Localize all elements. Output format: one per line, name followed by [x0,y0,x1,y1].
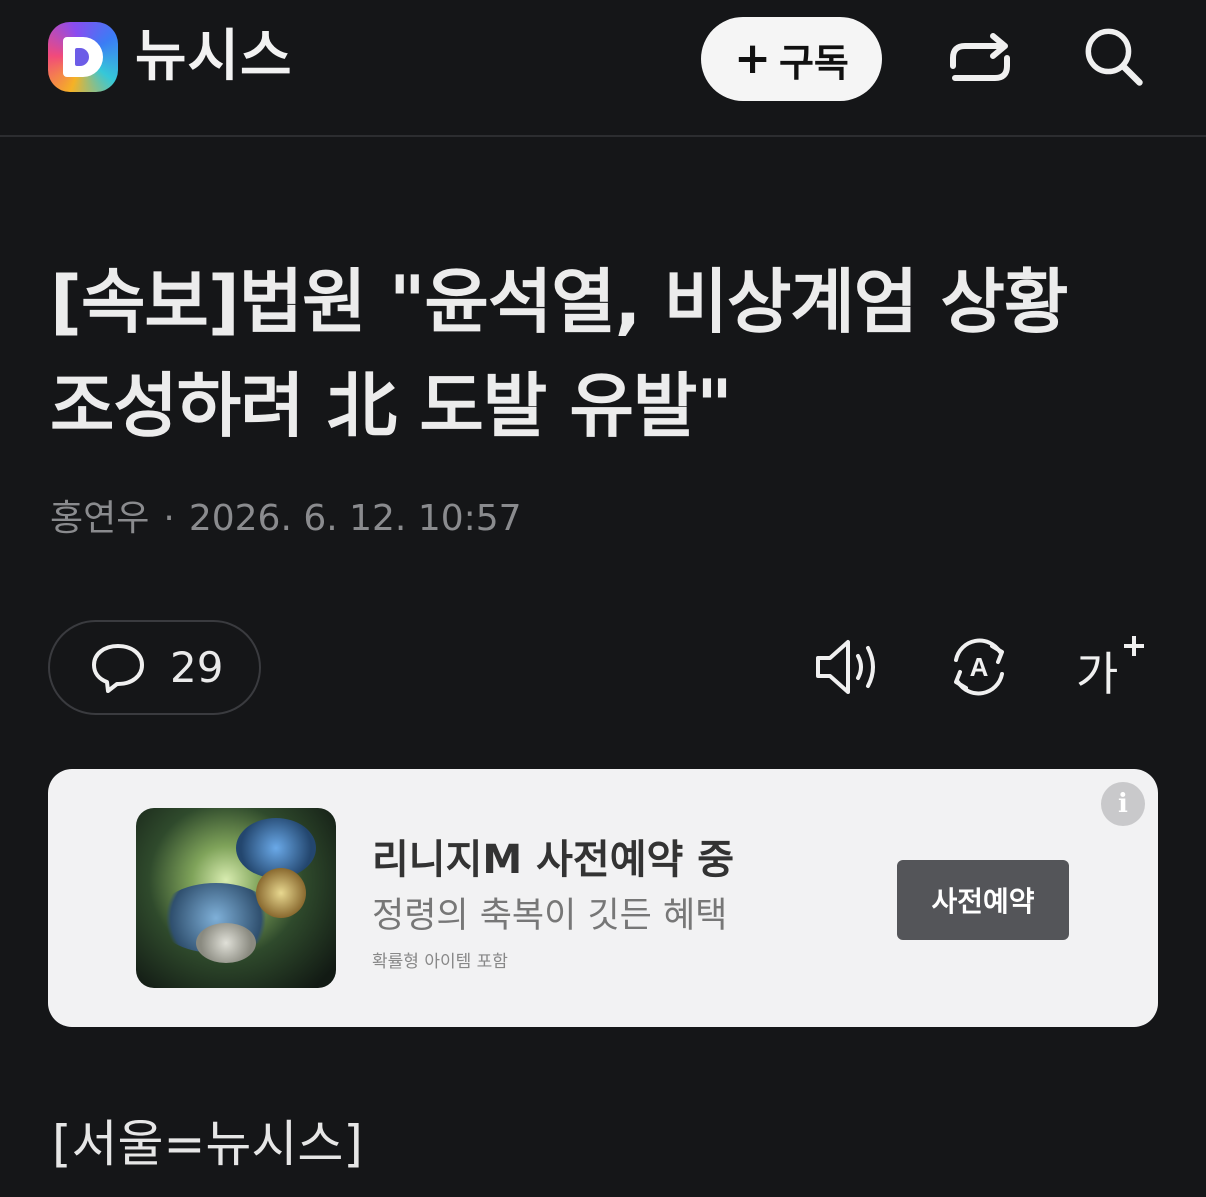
article-meta: 홍연우 · 2026. 6. 12. 10:57 [50,496,522,542]
ad-thumbnail[interactable] [136,808,336,988]
article-headline: [속보]법원 "윤석열, 비상계엄 상황 조성하려 北 도발 유발" [50,250,1160,458]
publish-datetime: 2026. 6. 12. 10:57 [188,498,522,539]
author-name[interactable]: 홍연우 [50,498,149,539]
translate-glyph: A [970,652,989,682]
meta-separator: · [163,498,175,539]
subscribe-label: 구독 [778,40,849,85]
comment-icon [92,643,144,693]
logo-letter [63,37,103,77]
plus-icon: + [734,33,771,84]
ad-cta-button[interactable]: 사전예약 [897,860,1069,940]
subscribe-button[interactable]: + 구독 [701,17,882,101]
comment-count: 29 [170,643,224,692]
page: 뉴시스 + 구독 [속보]법원 "윤석열, 비상계엄 상황 조성하려 北 도발 … [0,0,1206,1197]
ad-info-icon[interactable]: i [1101,782,1145,826]
ad-disclaimer: 확률형 아이템 포함 [372,952,508,972]
top-bar: 뉴시스 + 구독 [0,0,1206,137]
share-icon[interactable] [945,28,1015,92]
comment-button[interactable]: 29 [48,620,261,715]
article-dateline: [서울=뉴시스] [52,1115,363,1173]
translate-icon[interactable]: A [942,630,1016,704]
daum-logo[interactable] [48,22,118,92]
search-icon[interactable] [1078,24,1148,88]
headline-line-2: 조성하려 北 도발 유발" [50,365,733,447]
ad-description: 정령의 축복이 깃든 혜택 [372,896,728,936]
ad-title: 리니지M 사전예약 중 [372,837,735,883]
font-size-glyph: 가 [1076,647,1118,701]
ad-banner[interactable]: 리니지M 사전예약 중 정령의 축복이 깃든 혜택 확률형 아이템 포함 사전예… [48,769,1158,1027]
press-name[interactable]: 뉴시스 [135,22,293,92]
headline-line-1: [속보]법원 "윤석열, 비상계엄 상황 [50,261,1068,343]
font-size-icon[interactable]: 가 [1074,630,1148,704]
speaker-icon[interactable] [810,630,884,704]
